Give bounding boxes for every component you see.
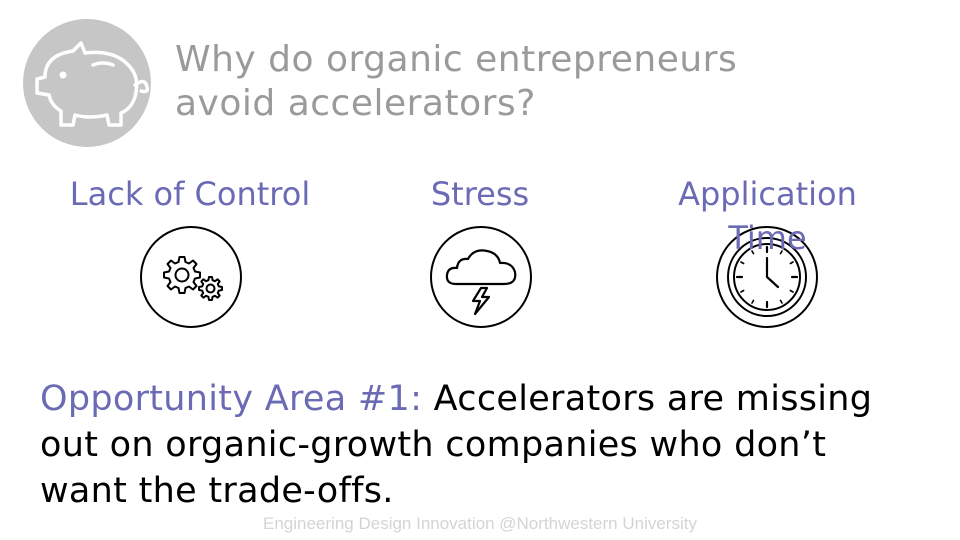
- storm-cloud-icon: [430, 226, 532, 328]
- footer-credit: Engineering Design Innovation @Northwest…: [263, 514, 697, 533]
- reason-application-time-line-2: Time: [728, 219, 807, 257]
- reason-application-time: Application Time: [660, 172, 875, 257]
- reason-lack-of-control: Lack of Control: [69, 175, 311, 213]
- reason-stress: Stress: [430, 175, 530, 213]
- slide-title-line-1: Why do organic entrepreneurs: [175, 39, 738, 80]
- piggy-bank-badge: [23, 19, 151, 147]
- reason-application-time-line-1: Application: [678, 175, 857, 213]
- slide-title-line-2: avoid accelerators?: [175, 83, 536, 124]
- slide-title: Why do organic entrepreneurs avoid accel…: [175, 38, 737, 126]
- gears-icon: [140, 226, 242, 328]
- opportunity-statement: Opportunity Area #1: Accelerators are mi…: [40, 376, 920, 514]
- piggy-bank-icon: [35, 41, 150, 127]
- opportunity-lead: Opportunity Area #1:: [40, 379, 423, 419]
